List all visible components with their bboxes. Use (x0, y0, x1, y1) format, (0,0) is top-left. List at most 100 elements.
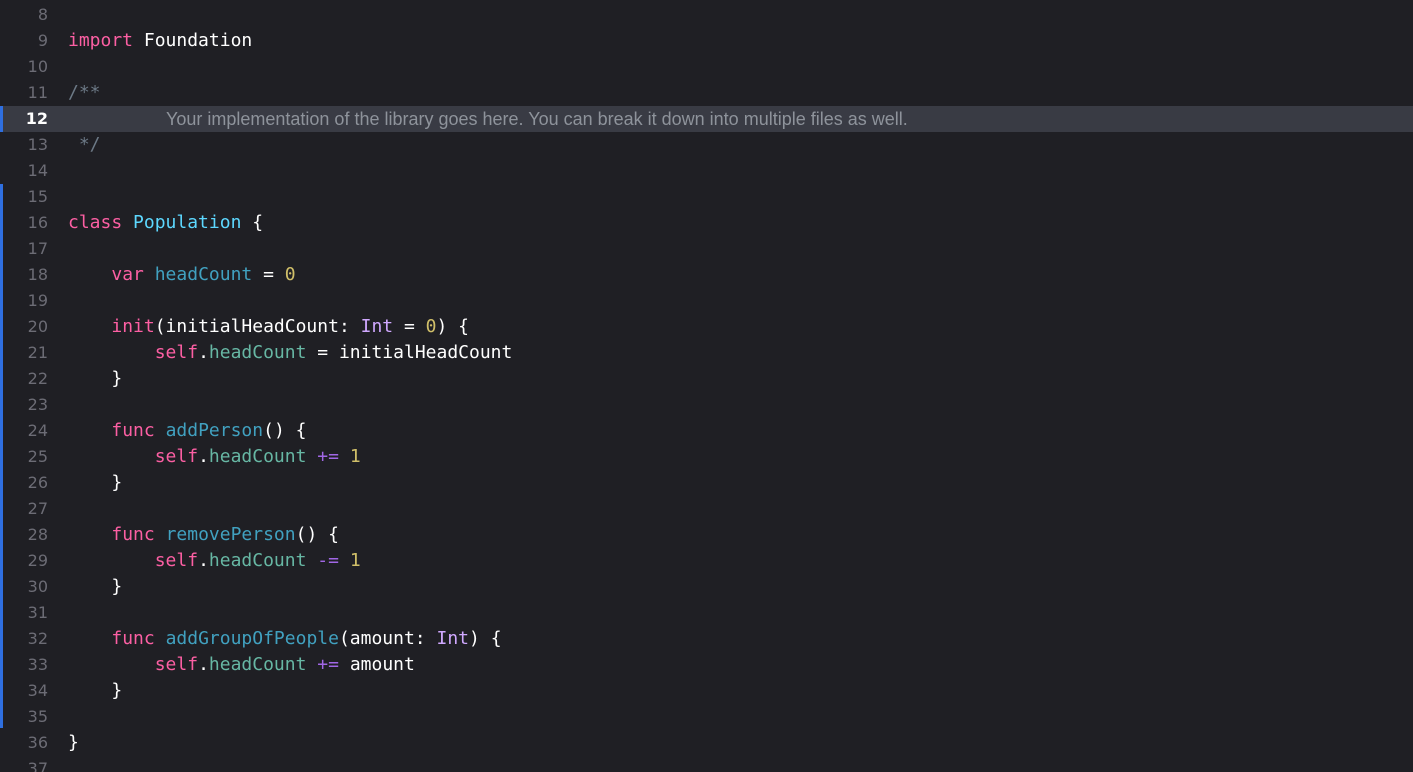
code-token: . (198, 550, 209, 571)
code-token: += (317, 446, 339, 467)
code-token: -= (317, 550, 339, 571)
line-number: 10 (27, 57, 48, 76)
code-token: var (111, 264, 144, 285)
code-line[interactable]: 24 func addPerson() { (0, 418, 1413, 444)
code-token: Foundation (133, 30, 253, 51)
code-token: Int (436, 628, 470, 649)
code-line[interactable]: 10 (0, 54, 1413, 80)
code-token: . (198, 446, 209, 467)
line-number: 29 (27, 551, 48, 570)
code-editor[interactable]: 8 9 import Foundation 10 11/** 12 Your impleme… (0, 0, 1413, 772)
code-token: /** (68, 82, 101, 103)
line-code: self.headCount = initialHeadCount (68, 342, 513, 363)
code-line[interactable]: 18 var headCount = 0 (0, 262, 1413, 288)
code-token: func (111, 628, 155, 649)
code-line[interactable]: 35 (0, 704, 1413, 730)
code-line[interactable]: 21 self.headCount = initialHeadCount (0, 340, 1413, 366)
code-line[interactable]: 15 (0, 184, 1413, 210)
line-number: 15 (27, 187, 48, 206)
code-line[interactable]: 29 self.headCount -= 1 (0, 548, 1413, 574)
code-token: 1 (349, 446, 361, 467)
code-line[interactable]: 16 class Population { (0, 210, 1413, 236)
line-code: var headCount = 0 (68, 264, 295, 285)
code-token: (initialHeadCount: (154, 316, 361, 337)
line-number: 13 (27, 135, 48, 154)
code-line[interactable]: 26 } (0, 470, 1413, 496)
code-token: import (68, 30, 134, 51)
line-code: /** (68, 83, 101, 103)
code-token: 1 (349, 550, 361, 571)
code-token: self (154, 342, 199, 363)
line-number: 14 (27, 161, 48, 180)
code-line[interactable]: 32 func addGroupOfPeople(amount: Int) { (0, 626, 1413, 652)
line-code: self.headCount -= 1 (68, 551, 361, 571)
line-number: 19 (27, 291, 48, 310)
line-number: 27 (27, 499, 48, 518)
code-line[interactable]: 22 } (0, 366, 1413, 392)
code-line[interactable]: 19 (0, 288, 1413, 314)
line-number: 35 (27, 707, 48, 726)
code-token: headCount (208, 654, 307, 675)
code-line[interactable]: 12 Your implementation of the library goe… (0, 106, 1413, 132)
line-code: func addPerson() { (68, 421, 306, 441)
code-token: (amount: (338, 628, 437, 649)
line-number: 36 (27, 733, 48, 752)
code-token: = (393, 316, 426, 337)
code-line[interactable]: 9 import Foundation (0, 28, 1413, 54)
code-token: } (68, 368, 123, 389)
code-token: Int (360, 316, 394, 337)
code-line[interactable]: 34 } (0, 678, 1413, 704)
code-token: self (154, 446, 199, 467)
line-number: 20 (27, 317, 48, 336)
code-line[interactable]: 13 */ (0, 132, 1413, 158)
code-line[interactable]: 30 } (0, 574, 1413, 600)
code-line[interactable]: 14 (0, 158, 1413, 184)
line-number: 17 (27, 239, 48, 258)
code-token: func (111, 420, 155, 441)
code-line[interactable]: 8 (0, 2, 1413, 28)
code-token: addPerson (165, 420, 264, 441)
code-token: self (154, 654, 199, 675)
code-token: init (111, 316, 155, 337)
code-line[interactable]: 36} (0, 730, 1413, 756)
line-code: func removePerson() { (68, 525, 339, 545)
code-token: headCount (208, 446, 307, 467)
code-token: headCount (208, 550, 307, 571)
line-number: 25 (27, 447, 48, 466)
code-line[interactable]: 25 self.headCount += 1 (0, 444, 1413, 470)
line-number: 12 (25, 109, 48, 128)
code-token: headCount (208, 342, 307, 363)
code-line[interactable]: 33 self.headCount += amount (0, 652, 1413, 678)
code-token: . (198, 342, 209, 363)
line-number: 8 (37, 5, 48, 24)
code-line[interactable]: 11 /** (0, 80, 1413, 106)
code-token: () { (263, 420, 307, 441)
code-token: Population (133, 212, 242, 233)
code-line[interactable]: 23 (0, 392, 1413, 418)
line-code: } (68, 681, 122, 701)
line-number: 31 (27, 603, 48, 622)
code-line[interactable]: 27 (0, 496, 1413, 522)
code-token: headCount (154, 264, 253, 285)
line-code: } (68, 733, 79, 753)
code-line[interactable]: 28 func removePerson() { (0, 522, 1413, 548)
code-line[interactable]: 20 init(initialHeadCount: Int = 0) { (0, 314, 1413, 340)
line-code: import Foundation (68, 31, 252, 51)
code-token: */ (68, 134, 101, 155)
line-number: 28 (27, 525, 48, 544)
line-code: } (68, 577, 122, 597)
line-number: 9 (37, 31, 48, 50)
line-code: self.headCount += 1 (68, 447, 361, 467)
code-line[interactable]: 31 (0, 600, 1413, 626)
code-line[interactable]: 17 (0, 236, 1413, 262)
code-line[interactable]: 37 (0, 756, 1413, 772)
code-token: removePerson (165, 524, 296, 545)
